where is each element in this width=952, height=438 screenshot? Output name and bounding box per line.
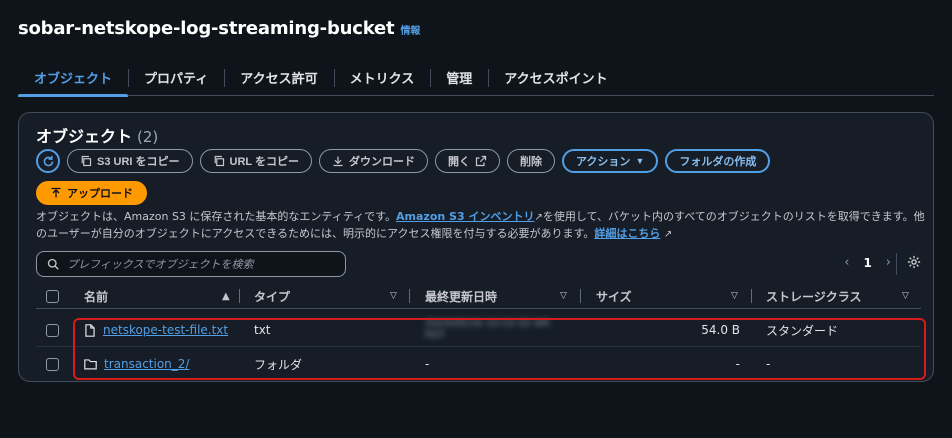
table-row[interactable]: netskope-test-file.txt txt 2024/05/16 10… bbox=[36, 313, 921, 347]
previous-page-icon[interactable]: ‹ bbox=[844, 255, 849, 270]
objects-description: オブジェクトは、Amazon S3 に保存された基本的なエンティティです。Ama… bbox=[36, 209, 926, 243]
copy-url-button[interactable]: URL をコピー bbox=[199, 149, 312, 173]
delete-label: 削除 bbox=[519, 156, 542, 168]
settings-icon[interactable] bbox=[907, 255, 921, 273]
column-divider bbox=[751, 289, 752, 303]
pagination: ‹ 1 › bbox=[844, 255, 891, 270]
description-text-1: オブジェクトは、Amazon S3 に保存された基本的なエンティティです。 bbox=[36, 210, 397, 223]
select-all-checkbox[interactable] bbox=[46, 283, 59, 309]
objects-title: オブジェクト bbox=[36, 127, 133, 146]
last-modified-redacted: 2024/05/16 10:15:32 AM PDT bbox=[425, 318, 550, 341]
external-link-icon: ↗ bbox=[534, 212, 543, 223]
upload-label: アップロード bbox=[67, 188, 133, 200]
object-size: - bbox=[735, 357, 740, 371]
object-name-link[interactable]: netskope-test-file.txt bbox=[103, 323, 228, 337]
column-name-label: 名前 bbox=[84, 289, 109, 304]
column-name[interactable]: 名前 ▲ bbox=[84, 283, 244, 309]
search-icon bbox=[47, 258, 59, 270]
column-size[interactable]: サイズ ▽ bbox=[596, 283, 756, 309]
column-divider bbox=[580, 289, 581, 303]
tab-metrics[interactable]: メトリクス bbox=[333, 60, 431, 96]
upload-row: アップロード bbox=[36, 181, 147, 205]
file-icon bbox=[85, 323, 95, 337]
download-label: ダウンロード bbox=[348, 156, 415, 168]
external-link-icon bbox=[475, 155, 487, 167]
objects-toolbar: S3 URI をコピー URL をコピー ダウンロード 開く 削除 アクション … bbox=[36, 149, 771, 173]
search-input[interactable] bbox=[67, 257, 327, 271]
page-header: sobar-netskope-log-streaming-bucket 情報 bbox=[18, 18, 420, 39]
caret-down-icon: ▼ bbox=[635, 156, 645, 166]
object-type: txt bbox=[254, 323, 271, 337]
table-header: 名前 ▲ タイプ ▽ 最終更新日時 ▽ サイズ ▽ ストレージクラス ▽ bbox=[36, 283, 921, 309]
info-link[interactable]: 情報 bbox=[400, 22, 420, 37]
bucket-tabs: オブジェクト プロパティ アクセス許可 メトリクス 管理 アクセスポイント bbox=[18, 60, 934, 97]
tab-objects[interactable]: オブジェクト bbox=[18, 60, 129, 97]
tab-management[interactable]: 管理 bbox=[430, 60, 488, 96]
page-number[interactable]: 1 bbox=[863, 256, 871, 270]
inventory-link[interactable]: Amazon S3 インベントリ bbox=[396, 210, 534, 223]
sort-down-icon[interactable]: ▽ bbox=[560, 291, 567, 301]
sort-down-icon[interactable]: ▽ bbox=[390, 291, 397, 301]
open-button[interactable]: 開く bbox=[434, 149, 500, 173]
create-folder-button[interactable]: フォルダの作成 bbox=[665, 149, 771, 173]
object-last-modified: 2024/05/16 10:15:32 AM PDT bbox=[425, 313, 565, 347]
sort-down-icon[interactable]: ▽ bbox=[731, 291, 738, 301]
object-type: フォルダ bbox=[254, 357, 303, 372]
objects-panel: オブジェクト (2) S3 URI をコピー URL をコピー ダウンロード 開… bbox=[18, 112, 934, 382]
pager-divider bbox=[896, 253, 897, 275]
column-last-modified[interactable]: 最終更新日時 ▽ bbox=[425, 283, 585, 309]
tab-permissions[interactable]: アクセス許可 bbox=[224, 60, 333, 96]
column-storage-class-label: ストレージクラス bbox=[766, 289, 862, 304]
column-storage-class[interactable]: ストレージクラス ▽ bbox=[766, 283, 926, 309]
object-storage-class: スタンダード bbox=[766, 323, 839, 338]
copy-icon bbox=[214, 155, 224, 167]
object-name-link[interactable]: transaction_2/ bbox=[104, 357, 189, 371]
external-link-icon: ↗ bbox=[663, 229, 673, 240]
tab-access-points[interactable]: アクセスポイント bbox=[488, 60, 623, 96]
create-folder-label: フォルダの作成 bbox=[679, 156, 757, 168]
copy-url-label: URL をコピー bbox=[229, 156, 299, 168]
delete-button[interactable]: 削除 bbox=[506, 149, 555, 173]
column-last-modified-label: 最終更新日時 bbox=[425, 289, 498, 304]
object-size: 54.0 B bbox=[701, 323, 740, 337]
learn-more-link[interactable]: 詳細はこちら bbox=[594, 227, 660, 240]
refresh-icon bbox=[43, 155, 53, 166]
folder-icon bbox=[84, 359, 97, 370]
object-last-modified: - bbox=[425, 357, 430, 371]
copy-s3-uri-label: S3 URI をコピー bbox=[97, 156, 180, 168]
column-type[interactable]: タイプ ▽ bbox=[254, 283, 414, 309]
upload-button[interactable]: アップロード bbox=[36, 181, 147, 205]
column-divider bbox=[409, 289, 410, 303]
sort-down-icon[interactable]: ▽ bbox=[902, 291, 909, 301]
object-storage-class: - bbox=[766, 357, 771, 371]
row-checkbox[interactable] bbox=[46, 313, 59, 347]
row-checkbox[interactable] bbox=[46, 347, 59, 381]
actions-dropdown[interactable]: アクション ▼ bbox=[561, 149, 659, 173]
column-divider bbox=[239, 289, 240, 303]
object-name-cell: netskope-test-file.txt bbox=[84, 313, 228, 347]
column-size-label: サイズ bbox=[596, 289, 632, 304]
object-name-cell: transaction_2/ bbox=[84, 347, 189, 381]
upload-icon bbox=[51, 187, 61, 198]
sort-ascending-icon[interactable]: ▲ bbox=[222, 291, 230, 302]
download-icon bbox=[333, 156, 343, 167]
copy-icon bbox=[81, 155, 92, 167]
objects-count: (2) bbox=[137, 128, 159, 146]
search-box bbox=[36, 251, 346, 277]
open-label: 開く bbox=[447, 156, 470, 168]
tab-properties[interactable]: プロパティ bbox=[128, 60, 224, 96]
refresh-button[interactable] bbox=[36, 149, 60, 173]
actions-label: アクション bbox=[575, 156, 631, 168]
copy-s3-uri-button[interactable]: S3 URI をコピー bbox=[67, 149, 193, 173]
page-title: sobar-netskope-log-streaming-bucket bbox=[18, 18, 395, 39]
table-row[interactable]: transaction_2/ フォルダ - - - bbox=[36, 347, 921, 381]
next-page-icon[interactable]: › bbox=[886, 255, 891, 270]
download-button[interactable]: ダウンロード bbox=[318, 149, 428, 173]
objects-header: オブジェクト (2) bbox=[36, 123, 158, 147]
column-type-label: タイプ bbox=[254, 289, 291, 304]
